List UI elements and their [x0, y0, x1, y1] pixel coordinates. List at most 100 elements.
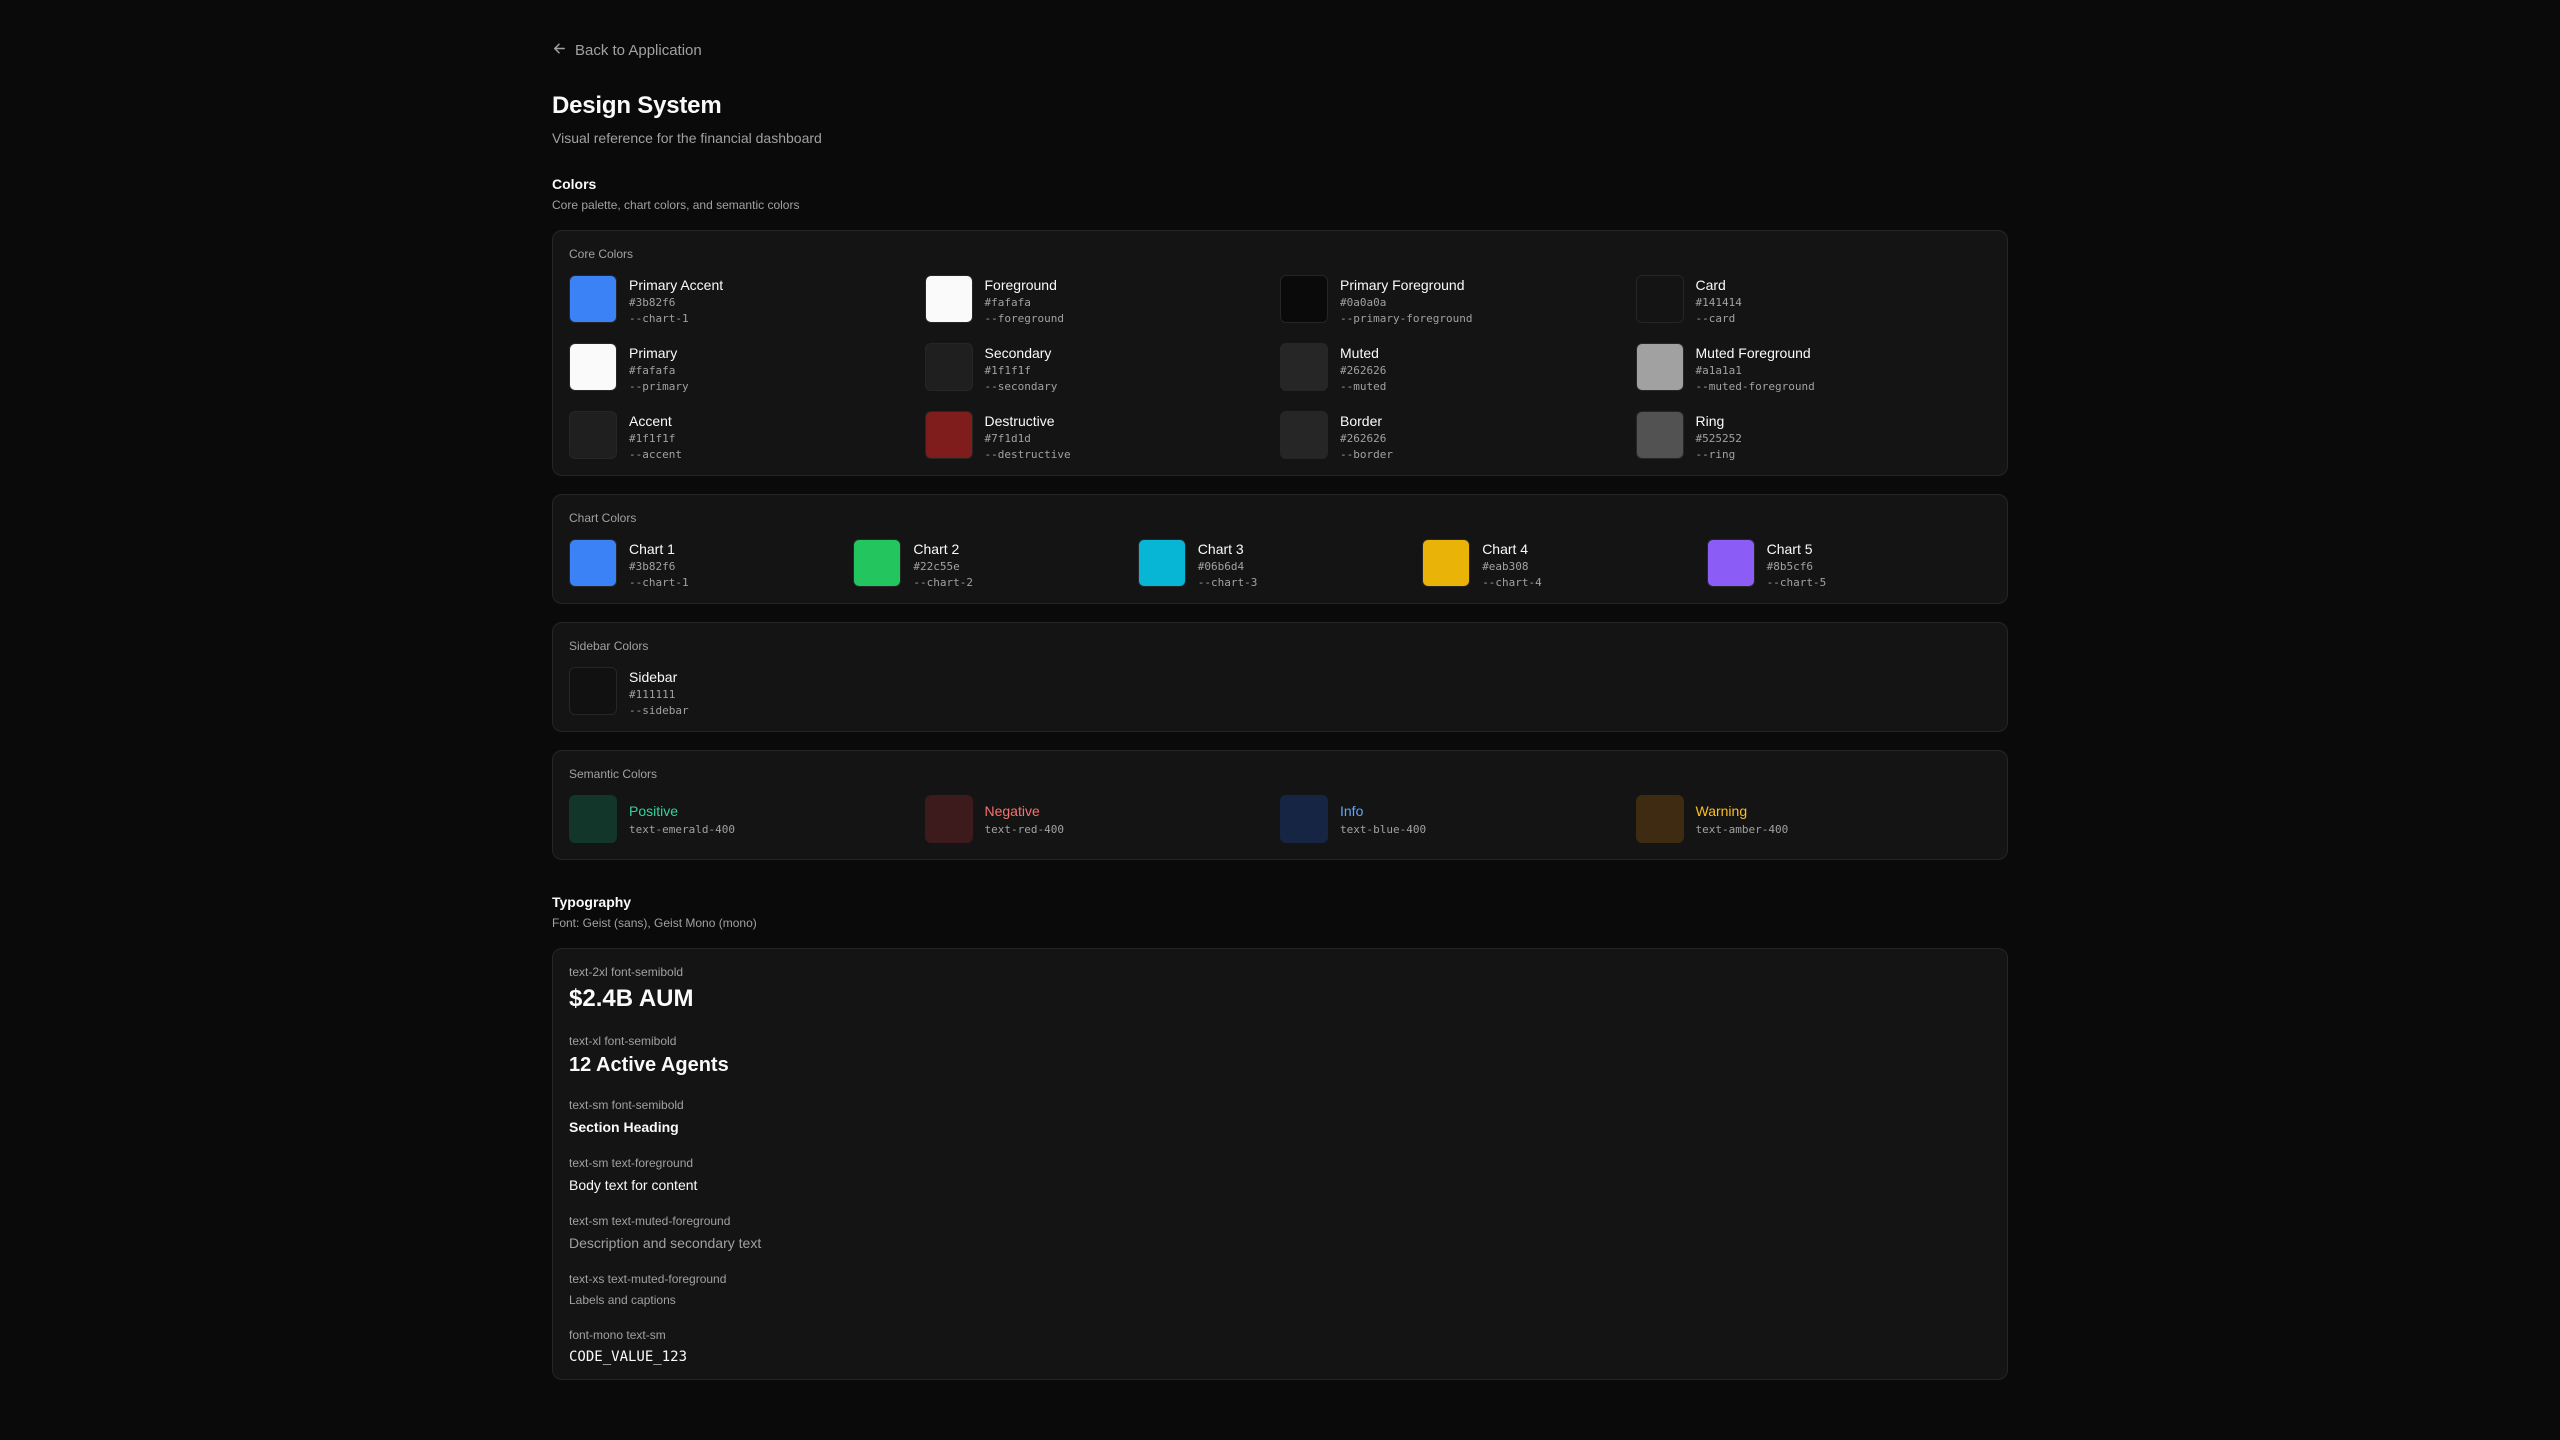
semantic-swatch-negative: Negative text-red-400	[924, 795, 1281, 843]
swatch-variable: --primary-foreground	[1340, 312, 1473, 325]
colors-section-title: Colors	[552, 176, 597, 192]
chart-swatch-chart-3: Chart 3 #06b6d4 --chart-3	[1137, 539, 1422, 589]
swatch-variable: --chart-1	[629, 576, 689, 589]
typography-label: font-mono text-sm	[569, 1328, 666, 1342]
swatch-info: Foreground #fafafa --foreground	[985, 275, 1064, 325]
back-to-application-link[interactable]: Back to Application	[552, 38, 2008, 62]
semantic-class: text-amber-400	[1695, 822, 1789, 836]
typography-sample-text: Body text for content	[569, 1177, 698, 1193]
swatch-name: Muted Foreground	[1695, 345, 1811, 361]
swatch-name: Foreground	[984, 277, 1057, 293]
semantic-info: Negative text-red-400	[985, 803, 1064, 836]
swatch-info: Muted #262626 --muted	[1340, 343, 1386, 393]
semantic-class: text-red-400	[984, 822, 1064, 836]
swatch-hex: #eab308	[1482, 560, 1529, 573]
semantic-swatch-warning: Warning text-amber-400	[1635, 795, 1992, 843]
core-swatch-border: Border #262626 --border	[1280, 411, 1636, 461]
swatch-variable: --destructive	[984, 448, 1071, 461]
color-swatch	[1137, 539, 1186, 587]
core-swatch-ring: Ring #525252 --ring	[1635, 411, 1992, 461]
semantic-colors-grid: Positive text-emerald-400 Negative text-red…	[569, 795, 1991, 843]
color-swatch	[569, 667, 617, 715]
swatch-variable: --border	[1340, 448, 1393, 461]
swatch-hex: #06b6d4	[1197, 560, 1245, 573]
back-link-label: Back to Application	[575, 41, 702, 59]
semantic-class: text-blue-400	[1340, 822, 1427, 836]
sidebar-colors-grid: Sidebar #111111 --sidebar	[569, 667, 1991, 717]
swatch-name: Muted	[1340, 345, 1379, 361]
swatch-info: Accent #1f1f1f --accent	[629, 411, 682, 461]
swatch-name: Primary Foreground	[1340, 277, 1465, 293]
page-subtitle: Visual reference for the financial dashb…	[552, 130, 822, 146]
swatch-hex: #525252	[1695, 432, 1742, 445]
swatch-info: Chart 2 #22c55e --chart-2	[913, 539, 973, 589]
chart-swatch-chart-4: Chart 4 #eab308 --chart-4	[1422, 539, 1706, 589]
swatch-variable: --foreground	[984, 312, 1064, 325]
swatch-name: Secondary	[984, 345, 1052, 361]
typography-sample-text-xl-font-semibold: text-xl font-semibold 12 Active Agents	[569, 1034, 1991, 1077]
swatch-hex: #a1a1a1	[1695, 364, 1742, 377]
semantic-color-swatch	[569, 795, 617, 843]
core-swatch-destructive: Destructive #7f1d1d --destructive	[924, 411, 1281, 461]
swatch-name: Sidebar	[629, 669, 678, 685]
color-swatch	[569, 411, 617, 459]
swatch-info: Chart 5 #8b5cf6 --chart-5	[1767, 539, 1827, 589]
colors-section-header: Colors Core palette, chart colors, and s…	[552, 176, 2008, 212]
color-swatch	[1706, 539, 1755, 587]
chart-colors-card: Chart Colors Chart 1 #3b82f6 --chart-1 Char…	[552, 494, 2008, 604]
swatch-name: Destructive	[984, 413, 1055, 429]
swatch-hex: #7f1d1d	[984, 432, 1031, 445]
typography-sample-text: $2.4B AUM	[569, 985, 694, 1012]
color-swatch	[1280, 411, 1328, 459]
semantic-info: Positive text-emerald-400	[629, 803, 735, 836]
typography-label: text-2xl font-semibold	[569, 965, 684, 979]
swatch-info: Chart 3 #06b6d4 --chart-3	[1198, 539, 1258, 589]
typography-sample-text-sm-font-semibold: text-sm font-semibold Section Heading	[569, 1098, 1991, 1135]
semantic-swatch-info: Info text-blue-400	[1280, 795, 1636, 843]
color-swatch	[569, 275, 617, 323]
core-swatch-primary-foreground: Primary Foreground #0a0a0a --primary-foreg…	[1280, 275, 1636, 325]
page-title: Design System	[552, 92, 722, 119]
swatch-variable: --chart-5	[1766, 576, 1827, 589]
swatch-variable: --chart-1	[629, 312, 689, 325]
swatch-variable: --chart-3	[1197, 576, 1258, 589]
swatch-hex: #1f1f1f	[629, 432, 676, 445]
swatch-name: Chart 5	[1766, 541, 1813, 557]
color-swatch	[1280, 343, 1328, 391]
core-swatch-muted-foreground: Muted Foreground #a1a1a1 --muted-foregroun…	[1635, 343, 1992, 393]
sidebar-colors-label: Sidebar Colors	[569, 639, 649, 653]
swatch-info: Primary Accent #3b82f6 --chart-1	[629, 275, 723, 325]
sidebar-swatch-sidebar: Sidebar #111111 --sidebar	[569, 667, 925, 717]
swatch-variable: --card	[1695, 312, 1736, 325]
typography-section-title: Typography	[552, 894, 632, 910]
swatch-hex: #fafafa	[629, 364, 676, 377]
swatch-variable: --primary	[629, 380, 689, 393]
swatch-variable: --chart-2	[913, 576, 973, 589]
typography-sample-text: 12 Active Agents	[569, 1054, 729, 1076]
swatch-variable: --secondary	[984, 380, 1058, 393]
semantic-color-swatch	[1635, 795, 1684, 843]
typography-sample-text: Description and secondary text	[569, 1235, 762, 1251]
color-swatch	[1635, 275, 1684, 323]
core-swatch-foreground: Foreground #fafafa --foreground	[924, 275, 1281, 325]
typography-sample-text-sm-text-muted-foreground: text-sm text-muted-foreground Description…	[569, 1214, 1991, 1251]
swatch-info: Card #141414 --card	[1696, 275, 1742, 325]
swatch-hex: #111111	[629, 688, 676, 701]
core-swatch-muted: Muted #262626 --muted	[1280, 343, 1636, 393]
core-swatch-card: Card #141414 --card	[1635, 275, 1992, 325]
core-swatch-accent: Accent #1f1f1f --accent	[569, 411, 925, 461]
swatch-hex: #262626	[1340, 364, 1387, 377]
swatch-info: Secondary #1f1f1f --secondary	[985, 343, 1058, 393]
swatch-name: Chart 1	[629, 541, 675, 557]
semantic-info: Warning text-amber-400	[1696, 803, 1789, 836]
swatch-info: Primary #fafafa --primary	[629, 343, 689, 393]
swatch-hex: #0a0a0a	[1340, 296, 1387, 309]
swatch-hex: #141414	[1695, 296, 1742, 309]
swatch-info: Ring #525252 --ring	[1696, 411, 1742, 461]
color-swatch	[1635, 411, 1684, 459]
chart-swatch-chart-1: Chart 1 #3b82f6 --chart-1	[569, 539, 853, 589]
swatch-variable: --chart-4	[1482, 576, 1542, 589]
swatch-name: Chart 3	[1197, 541, 1244, 557]
color-swatch	[569, 539, 617, 587]
color-swatch	[569, 343, 617, 391]
